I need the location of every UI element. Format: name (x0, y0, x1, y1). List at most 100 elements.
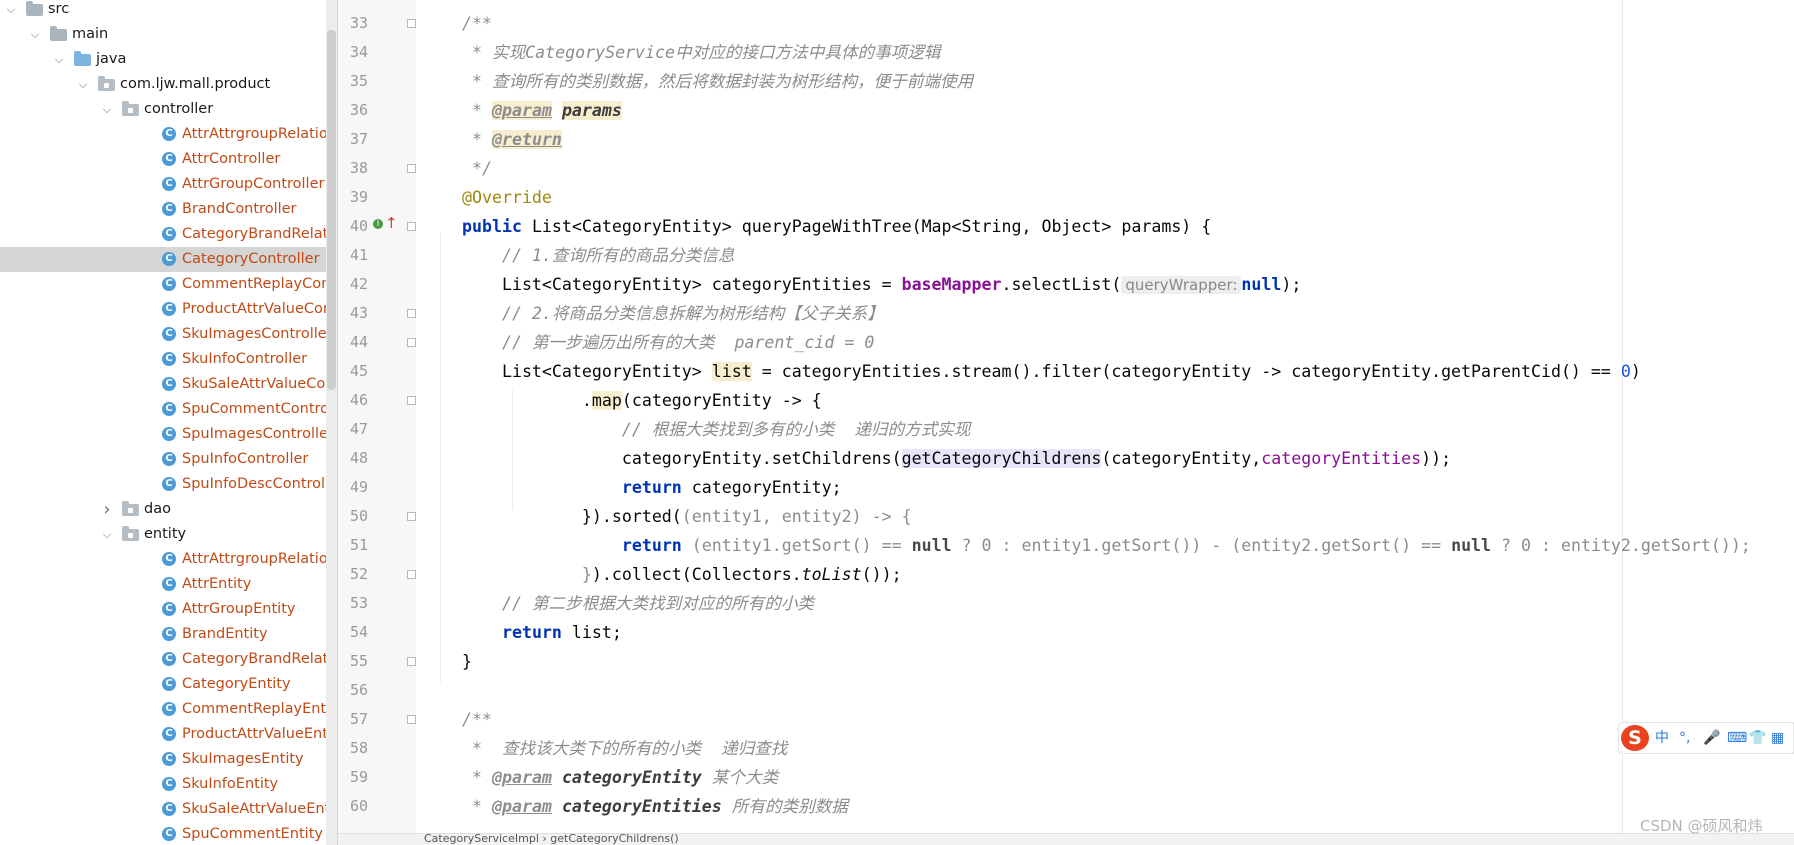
tree-item-class[interactable]: C AttrAttrgroupRelationEn (0, 547, 326, 572)
tree-scrollbar-thumb[interactable] (327, 30, 336, 390)
code-line-44[interactable]: // 第一步遍历出所有的大类 parent_cid = 0 (462, 328, 874, 357)
code-line-34[interactable]: * 实现CategoryService中对应的接口方法中具体的事项逻辑 (462, 38, 941, 67)
code-line-53[interactable]: // 第二步根据大类找到对应的所有的小类 (462, 589, 814, 618)
tree-item-class[interactable]: C CategoryEntity (0, 672, 326, 697)
project-tree[interactable]: ⌵ src ⌵ main ⌵ java ⌵ com.ljw.mall.product ⌵ cont… (0, 0, 338, 845)
chevron-down-icon[interactable]: ⌵ (100, 522, 114, 547)
code-line-38[interactable]: */ (462, 154, 492, 183)
code-editor[interactable]: 33 34 35 36 37 38 39 40 41 42 43 44 45 46 47 48 49 50 51 52… (338, 0, 1794, 845)
chevron-down-icon[interactable]: ⌵ (4, 0, 18, 22)
code-line-39[interactable]: @Override (462, 183, 552, 212)
tree-item-class[interactable]: C SpuImagesController (0, 422, 326, 447)
tree-item-class[interactable]: C CategoryBrandRelationC (0, 222, 326, 247)
code-line-60[interactable]: * @param categoryEntities 所有的类别数据 (462, 792, 848, 821)
tree-item-class[interactable]: C SkuInfoController (0, 347, 326, 372)
tree-item-folder[interactable]: ⌵ src (0, 0, 326, 22)
code-line-51[interactable]: return (entity1.getSort() == null ? 0 : … (462, 531, 1751, 560)
code-line-49[interactable]: return categoryEntity; (462, 473, 842, 502)
tree-item-label: SkuSaleAttrValueContro (182, 376, 326, 392)
code-line-43[interactable]: // 2.将商品分类信息拆解为树形结构【父子关系】 (462, 299, 884, 328)
fold-marker-icon[interactable] (407, 19, 416, 28)
tree-item-folder[interactable]: ⌵ entity (0, 522, 326, 547)
code-line-59[interactable]: * @param categoryEntity 某个大类 (462, 763, 778, 792)
fold-marker-icon[interactable] (407, 309, 416, 318)
tree-item-folder[interactable]: ⌵ controller (0, 97, 326, 122)
java-class-icon: C (162, 277, 176, 291)
tree-item-class[interactable]: C CategoryBrandRelationE (0, 647, 326, 672)
fold-marker-icon[interactable] (407, 512, 416, 521)
tree-item-class[interactable]: C CommentReplayEntity (0, 697, 326, 722)
tree-item-class[interactable]: C AttrController (0, 147, 326, 172)
ime-toolbar[interactable]: S 中 °, 🎤 ⌨ 👕 ▦ (1618, 722, 1794, 754)
ime-keyboard-icon[interactable]: ⌨ (1727, 729, 1747, 747)
java-class-icon: C (162, 727, 176, 741)
ime-skin-icon[interactable]: 👕 (1749, 729, 1766, 747)
fold-marker-icon[interactable] (407, 570, 416, 579)
code-line-52[interactable]: }).collect(Collectors.toList()); (462, 560, 902, 589)
code-line-55[interactable]: } (462, 647, 472, 676)
tree-item-folder[interactable]: ⌵ main (0, 22, 326, 47)
code-line-41[interactable]: // 1.查询所有的商品分类信息 (462, 241, 735, 270)
fold-marker-icon[interactable] (407, 222, 416, 231)
code-line-48[interactable]: categoryEntity.setChildrens(getCategoryC… (462, 444, 1451, 473)
tree-item-class[interactable]: C SkuSaleAttrValueEntity (0, 797, 326, 822)
tree-item-class[interactable]: C SkuInfoEntity (0, 772, 326, 797)
tree-item-folder[interactable]: › dao (0, 497, 326, 522)
ime-toolbox-icon[interactable]: ▦ (1771, 729, 1784, 747)
code-line-45[interactable]: List<CategoryEntity> list = categoryEnti… (462, 357, 1641, 386)
chevron-down-icon[interactable]: ⌵ (28, 22, 42, 47)
code-line-46[interactable]: .map(categoryEntity -> { (462, 386, 822, 415)
code-line-47[interactable]: // 根据大类找到多有的小类 递归的方式实现 (462, 415, 971, 444)
chevron-down-icon[interactable]: ⌵ (76, 72, 90, 97)
line-number: 41 (349, 246, 368, 264)
code-line-50[interactable]: }).sorted((entity1, entity2) -> { (462, 502, 912, 531)
tree-item-class[interactable]: C SkuImagesEntity (0, 747, 326, 772)
code-line-54[interactable]: return list; (462, 618, 622, 647)
breadcrumb[interactable]: CategoryServiceImpl › getCategoryChildre… (338, 833, 1794, 845)
chevron-down-icon[interactable]: ⌵ (100, 97, 114, 122)
chevron-right-icon[interactable]: › (100, 497, 114, 522)
tree-item-label: CommentReplayControl (182, 276, 326, 292)
implements-icon[interactable]: I (373, 219, 383, 229)
code-line-57[interactable]: /** (462, 705, 492, 734)
tree-item-class[interactable]: C SkuImagesController (0, 322, 326, 347)
tree-item-class[interactable]: C BrandEntity (0, 622, 326, 647)
code-line-58[interactable]: * 查找该大类下的所有的小类 递归查找 (462, 734, 787, 763)
code-line-35[interactable]: * 查询所有的类别数据，然后将数据封装为树形结构，便于前端使用 (462, 67, 973, 96)
tree-item-class[interactable]: C BrandController (0, 197, 326, 222)
tree-item-class[interactable]: C AttrGroupEntity (0, 597, 326, 622)
ime-punctuation-icon[interactable]: °, (1679, 729, 1690, 747)
tree-item-class[interactable]: C SpuInfoController (0, 447, 326, 472)
indent-guide (440, 232, 441, 682)
code-line-42[interactable]: List<CategoryEntity> categoryEntities = … (462, 270, 1301, 299)
tree-item-class[interactable]: C CategoryController (0, 247, 326, 272)
ime-chinese-mode[interactable]: 中 (1655, 729, 1669, 747)
tree-item-folder[interactable]: ⌵ java (0, 47, 326, 72)
tree-item-class[interactable]: C SpuInfoDescController (0, 472, 326, 497)
tree-item-class[interactable]: C ProductAttrValueEntity (0, 722, 326, 747)
go-to-interface-arrow-icon[interactable]: ↑ (385, 215, 398, 231)
fold-marker-icon[interactable] (407, 396, 416, 405)
code-line-33[interactable]: /** (462, 9, 492, 38)
tree-item-class[interactable]: C CommentReplayControl (0, 272, 326, 297)
tree-item-class[interactable]: C SpuCommentController (0, 397, 326, 422)
fold-marker-icon[interactable] (407, 657, 416, 666)
sogou-logo-icon[interactable]: S (1621, 725, 1649, 751)
tree-item-class[interactable]: C AttrAttrgroupRelationCo (0, 122, 326, 147)
tree-item-class[interactable]: C AttrEntity (0, 572, 326, 597)
tree-item-label: CommentReplayEntity (182, 701, 326, 717)
watermark: CSDN @硕风和炜 (1640, 817, 1763, 835)
tree-item-folder[interactable]: ⌵ com.ljw.mall.product (0, 72, 326, 97)
tree-item-class[interactable]: C ProductAttrValueContro (0, 297, 326, 322)
fold-marker-icon[interactable] (407, 715, 416, 724)
code-line-40[interactable]: public List<CategoryEntity> queryPageWit… (462, 212, 1211, 241)
fold-marker-icon[interactable] (407, 164, 416, 173)
code-line-36[interactable]: * @param params (462, 96, 622, 125)
chevron-down-icon[interactable]: ⌵ (52, 47, 66, 72)
tree-item-class[interactable]: C SpuCommentEntity (0, 822, 326, 845)
fold-marker-icon[interactable] (407, 338, 416, 347)
code-line-37[interactable]: * @return (462, 125, 562, 154)
ime-microphone-icon[interactable]: 🎤 (1703, 729, 1720, 747)
tree-item-class[interactable]: C SkuSaleAttrValueContro (0, 372, 326, 397)
tree-item-class[interactable]: C AttrGroupController (0, 172, 326, 197)
